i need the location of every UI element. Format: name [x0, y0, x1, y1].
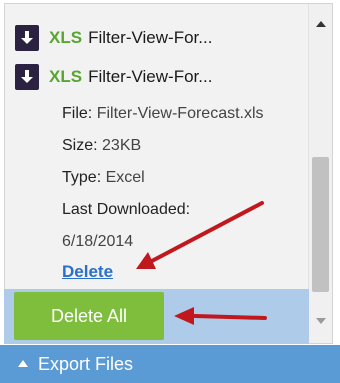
- detail-last-downloaded: Last Downloaded:: [62, 194, 264, 226]
- download-item[interactable]: XLS Filter-View-For...: [15, 18, 212, 58]
- detail-label: Type:: [62, 169, 102, 186]
- file-name: Filter-View-For...: [88, 67, 213, 86]
- detail-date: 6/18/2014: [62, 233, 134, 250]
- download-item[interactable]: XLS Filter-View-For...: [15, 57, 212, 97]
- scroll-thumb[interactable]: [312, 157, 329, 292]
- detail-label: File:: [62, 105, 93, 122]
- download-icon: [15, 25, 39, 51]
- scrollbar[interactable]: [308, 4, 332, 343]
- download-icon: [15, 64, 39, 90]
- detail-value: 23KB: [102, 137, 142, 154]
- export-files-toggle[interactable]: Export Files: [0, 345, 340, 383]
- file-extension: XLS: [49, 28, 83, 47]
- detail-size: Size: 23KB: [62, 130, 264, 162]
- export-files-label: Export Files: [38, 353, 134, 374]
- action-bar: Delete All: [4, 289, 309, 344]
- detail-label: Last Downloaded:: [62, 201, 191, 218]
- file-name: Filter-View-For...: [88, 28, 213, 47]
- file-extension: XLS: [49, 67, 83, 86]
- caret-up-icon: [17, 355, 29, 373]
- detail-value: Excel: [105, 169, 145, 186]
- detail-label: Size:: [62, 137, 98, 154]
- detail-value: Filter-View-Forecast.xls: [96, 105, 264, 122]
- scroll-up-icon[interactable]: [309, 12, 332, 36]
- file-details: File: Filter-View-Forecast.xls Size: 23K…: [62, 98, 264, 258]
- delete-link[interactable]: Delete: [62, 262, 113, 282]
- delete-all-button[interactable]: Delete All: [14, 292, 164, 340]
- detail-file: File: Filter-View-Forecast.xls: [62, 98, 264, 130]
- scroll-down-icon[interactable]: [309, 309, 332, 333]
- detail-type: Type: Excel: [62, 162, 264, 194]
